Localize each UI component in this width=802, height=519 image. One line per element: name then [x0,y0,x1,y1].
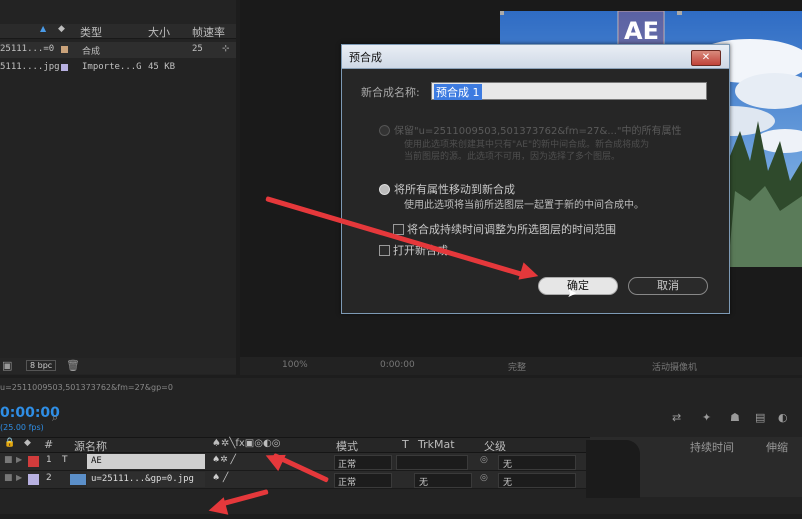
column-parent[interactable]: 父级 [484,438,506,454]
column-source-name[interactable]: 源名称 [74,438,107,454]
dialog-title: 预合成 [349,51,382,64]
mode-dropdown[interactable]: 正常 [334,473,392,488]
column-type[interactable]: 类型 [80,24,102,40]
keep-attributes-radio[interactable] [379,125,390,136]
mode-dropdown[interactable]: 正常 [334,455,392,470]
parent-dropdown[interactable]: 无 [498,473,576,488]
ok-button[interactable]: 确定 [538,277,618,295]
column-trkmat[interactable]: TrkMat [418,438,455,451]
layer-number: 2 [46,473,52,483]
column-fps[interactable]: 帧速率 [192,24,225,40]
trkmat-value: 无 [419,478,429,488]
option1-title: 保留"u=2511009503,501373762&fm=27&..."中的所有… [394,126,682,137]
visibility-icon[interactable]: ■ [4,455,13,465]
pickwhip-icon[interactable]: ◎ [480,455,488,465]
expand-arrow-icon[interactable]: ▶ [16,455,22,464]
sort-arrow-icon[interactable]: ▲ [40,24,46,33]
handle-icon[interactable] [500,11,504,15]
item-type: Importe...G [82,62,142,72]
pickwhip-icon[interactable]: ◎ [480,473,488,483]
layer-column-header: 🔒 ◆ # 源名称 ♠✲╲fx▣◎◐◎ 模式 T TrkMat 父级 入 [0,437,640,453]
label-tag-icon: ◆ [58,24,65,34]
fps-note: (25.00 fps) [0,423,44,432]
layer-name: u=25111...&gp=0.jpg [91,474,194,484]
frame-blend-icon[interactable]: ▤ [755,411,765,424]
label-tag-icon: ◆ [24,438,31,448]
layer-label-color[interactable] [28,456,39,467]
image-thumbnail-icon [70,474,86,485]
item-name: 25111...=0 [0,44,55,54]
visibility-icon[interactable]: ■ [4,473,13,483]
cancel-button[interactable]: 取消 [628,277,708,295]
motion-blur-icon[interactable]: ◐ [778,411,788,424]
lock-icon[interactable]: 🔒 [4,438,15,448]
handle-icon[interactable] [677,11,682,15]
text-layer-icon: T [62,455,68,465]
label-swatch [61,46,68,53]
name-label: 新合成名称: [361,86,420,99]
column-stretch: 伸缩 [766,441,788,454]
zoom-dropdown[interactable]: 100% [282,360,308,370]
flowchart-icon[interactable]: ⊹ [222,44,230,54]
viewer-toolbar: 100% 0:00:00 完整 活动摄像机 [240,357,802,375]
project-column-header: ▲ ◆ 类型 大小 帧速率 [0,24,236,39]
search-input[interactable] [52,406,232,426]
move-attributes-radio[interactable] [379,184,390,195]
trkmat-dropdown[interactable]: 无 [414,473,472,488]
column-number: # [44,438,54,451]
trash-icon[interactable]: 🗑 [66,359,80,372]
layer-label-color[interactable] [28,474,39,485]
resolution-dropdown[interactable]: 完整 [508,360,526,373]
mouse-cursor-icon: ➤ [567,286,578,300]
switches-icon[interactable]: ♠ ╱ [212,473,228,483]
layer-row[interactable]: ■ ▶ 1 T AE ♠✲ ╱ 正常 ◎ 无 [0,453,640,471]
ae-text-layer[interactable]: AE [624,17,659,45]
shy-icon[interactable]: ☗ [730,411,740,424]
mode-value: 正常 [338,478,357,488]
trkmat-dropdown[interactable] [396,455,468,470]
project-footer: ▣ 8 bpc 🗑 [0,358,236,374]
mode-value: 正常 [338,460,357,470]
item-name: 5111....jpg [0,62,60,72]
switches-icon[interactable]: ♠✲ ╱ [212,455,236,465]
column-size[interactable]: 大小 [148,24,170,40]
project-panel: ▲ ◆ 类型 大小 帧速率 25111...=0 合成 25 ⊹ 5111...… [0,0,236,375]
draft-3d-icon[interactable]: ✦ [702,411,711,424]
timecode[interactable]: 0:00:00 [0,405,60,421]
option1-desc: 当前图层的源。此选项不可用，因为选择了多个图层。 [404,152,621,162]
dialog-title-bar: 预合成 ✕ [342,45,729,69]
column-mode[interactable]: 模式 [336,438,358,454]
project-item[interactable]: 5111....jpg Importe...G 45 KB [0,60,236,76]
parent-dropdown[interactable]: 无 [498,455,576,470]
layer-name: AE [91,456,102,466]
project-item[interactable]: 25111...=0 合成 25 ⊹ [0,42,236,58]
option2-desc: 使用此选项将当前所选图层一起置于新的中间合成中。 [404,200,644,211]
comp-tab[interactable]: u=2511009503,501373762&fm=27&gp=0 [0,383,173,392]
timecode-display[interactable]: 0:00:00 [380,360,415,370]
parent-value: 无 [503,460,513,470]
bpc-button[interactable]: 8 bpc [26,360,57,371]
panel-overlay [586,440,640,498]
column-duration: 持续时间 [690,441,734,454]
camera-dropdown[interactable]: 活动摄像机 [652,360,697,373]
close-icon[interactable]: ✕ [691,50,721,66]
item-fps: 25 [192,44,203,54]
layer-name-field[interactable]: u=25111...&gp=0.jpg [87,472,205,487]
layer-name-field[interactable]: AE [87,454,205,469]
layer-number: 1 [46,455,52,465]
adjust-duration-label: 将合成持续时间调整为所选图层的时间范围 [407,223,616,236]
column-t: T [402,438,409,451]
comp-name-input[interactable]: 预合成 1 [431,82,707,100]
parent-value: 无 [503,478,513,488]
expand-arrow-icon[interactable]: ▶ [16,473,22,482]
open-comp-checkbox[interactable] [379,245,390,256]
option2-title: 将所有属性移动到新合成 [394,183,515,196]
item-size: 45 KB [148,62,176,72]
graph-editor-icon[interactable]: ⇄ [672,411,681,424]
item-type: 合成 [82,47,101,57]
composition-icon[interactable]: ▣ [2,359,12,372]
label-swatch [61,64,68,71]
comp-name-value: 预合成 1 [434,84,482,100]
